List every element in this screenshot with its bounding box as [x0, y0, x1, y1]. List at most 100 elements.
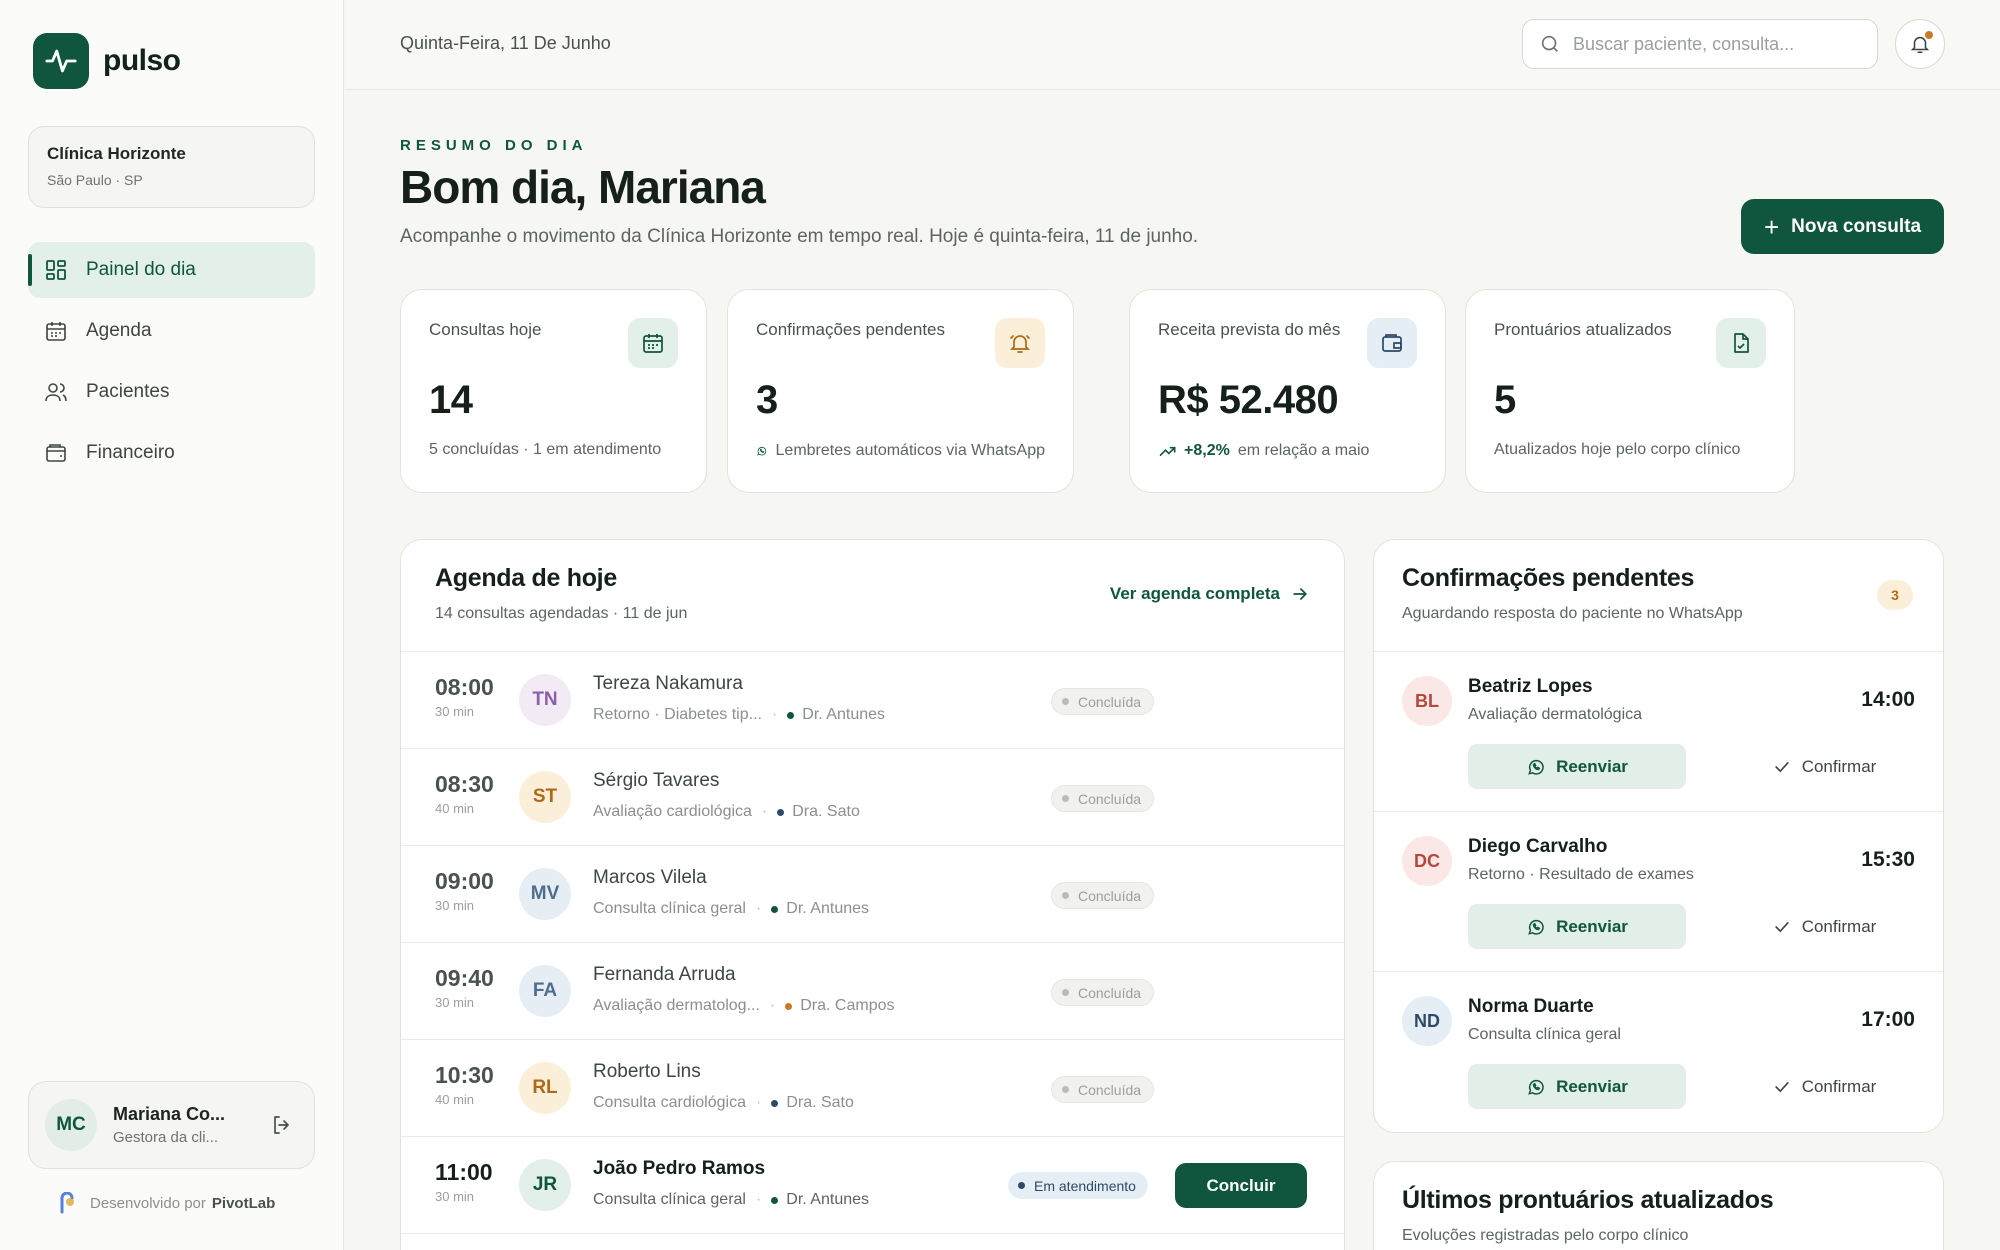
- sidebar-item-label: Agenda: [86, 320, 152, 341]
- patient-name: Tereza Nakamura: [593, 673, 743, 694]
- status-badge: Concluída: [1051, 1076, 1155, 1103]
- table-row[interactable]: 08:30 40 min ST Sérgio Tavares Avaliação…: [401, 749, 1344, 846]
- confirm-label: Confirmar: [1801, 1076, 1877, 1096]
- status-label: Concluída: [1078, 984, 1142, 1001]
- app-name: pulso: [103, 44, 181, 77]
- appointment-time: 14:00: [1861, 688, 1915, 711]
- search-icon: [1541, 35, 1558, 52]
- search-input[interactable]: Buscar paciente, consulta...: [1522, 19, 1878, 69]
- document-icon: [1716, 318, 1766, 368]
- resend-label: Reenviar: [1556, 756, 1628, 776]
- patient-name: Marcos Vilela: [593, 867, 707, 888]
- clinic-name: Clínica Horizonte: [47, 144, 186, 163]
- table-row[interactable]: 11:00 30 min JR João Pedro Ramos Consult…: [401, 1137, 1344, 1234]
- user-name: Mariana Co...: [113, 1104, 226, 1124]
- table-row[interactable]: 10:30 40 min RL Roberto Lins Consulta ca…: [401, 1040, 1344, 1137]
- doctor-dot: [785, 1002, 793, 1010]
- resend-button[interactable]: Reenviar: [1468, 744, 1686, 789]
- doctor-name: Dr. Antunes: [786, 900, 870, 917]
- whatsapp-icon: [757, 446, 767, 456]
- appointment-duration: 30 min: [435, 898, 475, 913]
- resend-label: Reenviar: [1556, 916, 1628, 936]
- table-row[interactable]: 09:40 30 min FA Fernanda Arruda Avaliaçã…: [401, 943, 1344, 1040]
- doctor-dot: [777, 808, 785, 816]
- bell-icon: [995, 318, 1045, 368]
- dashboard-icon: [46, 260, 66, 280]
- eyebrow: RESUMO DO DIA: [400, 137, 588, 154]
- credit-brand[interactable]: PivotLab: [212, 1195, 275, 1212]
- procedure: Consulta clínica geral: [593, 1191, 746, 1208]
- sidebar-item-agenda[interactable]: Agenda: [28, 303, 315, 359]
- view-full-agenda-link[interactable]: Ver agenda completa: [1110, 584, 1310, 604]
- user-card[interactable]: MC Mariana Co... Gestora da cli...: [28, 1081, 315, 1169]
- doctor-name: Dra. Sato: [792, 803, 860, 820]
- conclude-button[interactable]: Concluir: [1175, 1163, 1307, 1208]
- confirmations-title: Confirmações pendentes: [1402, 564, 1695, 592]
- stat-value: 5: [1494, 378, 1516, 422]
- records-panel: Últimos prontuários atualizados Evoluçõe…: [1373, 1161, 1944, 1250]
- appointment-time: 17:00: [1861, 1008, 1915, 1031]
- credit: Desenvolvido por PivotLab: [58, 1192, 275, 1214]
- logo[interactable]: pulso: [33, 33, 181, 89]
- wallet-icon: [1367, 318, 1417, 368]
- confirmations-panel: Confirmações pendentes Aguardando respos…: [1373, 539, 1944, 1133]
- stat-card-consultas: Consultas hoje 14 5 concluídas · 1 em at…: [400, 289, 707, 493]
- stat-value: 14: [429, 378, 473, 422]
- resend-button[interactable]: Reenviar: [1468, 1064, 1686, 1109]
- table-row[interactable]: 09:00 30 min MV Marcos Vilela Consulta c…: [401, 846, 1344, 943]
- whatsapp-icon: [1528, 1079, 1544, 1095]
- appointment-time: 09:40: [435, 965, 494, 991]
- status-badge: Concluída: [1051, 882, 1155, 909]
- procedure: Consulta clínica geral: [1468, 1026, 1621, 1043]
- clinic-selector[interactable]: Clínica Horizonte São Paulo · SP: [28, 126, 315, 208]
- stat-foot: 5 concluídas · 1 em atendimento: [429, 441, 662, 458]
- avatar: MC: [45, 1099, 97, 1151]
- arrow-right-icon: [1293, 588, 1308, 600]
- new-appointment-label: Nova consulta: [1791, 215, 1922, 237]
- procedure: Avaliação dermatológica: [1468, 706, 1643, 723]
- confirm-button[interactable]: Confirmar: [1749, 1064, 1899, 1109]
- status-label: Concluída: [1078, 887, 1142, 904]
- agenda-subtitle: 14 consultas agendadas · 11 de jun: [435, 605, 688, 622]
- whatsapp-icon: [1528, 759, 1544, 775]
- appointment-duration: 30 min: [435, 1189, 475, 1204]
- sidebar-item-financeiro[interactable]: Financeiro: [28, 425, 315, 481]
- stat-foot-text: em relação a maio: [1237, 442, 1370, 459]
- logout-icon[interactable]: [266, 1109, 298, 1141]
- sidebar-item-pacientes[interactable]: Pacientes: [28, 364, 315, 420]
- resend-button[interactable]: Reenviar: [1468, 904, 1686, 949]
- stat-foot: Atualizados hoje pelo corpo clínico: [1494, 441, 1741, 458]
- records-title: Últimos prontuários atualizados: [1402, 1186, 1774, 1214]
- search-placeholder: Buscar paciente, consulta...: [1573, 33, 1795, 54]
- appointment-time: 09:00: [435, 868, 494, 894]
- stat-card-receita: Receita prevista do mês R$ 52.480 +8,2% …: [1129, 289, 1446, 493]
- stat-card-confirmacoes: Confirmações pendentes 3 Lembretes autom…: [727, 289, 1074, 493]
- sidebar-item-label: Financeiro: [86, 442, 175, 463]
- appointment-time: 15:30: [1861, 848, 1915, 871]
- whatsapp-icon: [1528, 919, 1544, 935]
- confirm-button[interactable]: Confirmar: [1749, 744, 1899, 789]
- view-full-agenda-label: Ver agenda completa: [1109, 584, 1280, 603]
- doctor-name: Dra. Sato: [786, 1094, 854, 1111]
- page-title: Bom dia, Mariana: [400, 161, 766, 213]
- table-row[interactable]: 08:00 30 min TN Tereza Nakamura Retorno …: [401, 652, 1344, 749]
- sidebar-item-painel[interactable]: Painel do dia: [28, 242, 315, 298]
- doctor-name: Dra. Campos: [800, 997, 895, 1014]
- appointment-time: 11:00: [435, 1159, 493, 1185]
- sidebar-item-label: Painel do dia: [86, 259, 196, 280]
- wallet-icon: [46, 444, 66, 462]
- status-label: Em atendimento: [1034, 1177, 1136, 1194]
- confirm-button[interactable]: Confirmar: [1749, 904, 1899, 949]
- appointment-duration: 30 min: [435, 995, 475, 1010]
- confirmations-subtitle: Aguardando resposta do paciente no Whats…: [1402, 605, 1743, 622]
- avatar: MV: [519, 868, 571, 920]
- check-icon: [1775, 761, 1789, 772]
- stat-foot: +8,2% em relação a maio: [1158, 441, 1417, 461]
- appointment-duration: 40 min: [435, 801, 475, 816]
- notifications-button[interactable]: [1895, 19, 1945, 69]
- stat-value: 3: [756, 378, 778, 422]
- new-appointment-button[interactable]: + Nova consulta: [1741, 199, 1944, 254]
- status-badge: Concluída: [1051, 785, 1155, 812]
- count-badge: 3: [1877, 580, 1913, 610]
- procedure: Avaliação cardiológica: [593, 803, 752, 820]
